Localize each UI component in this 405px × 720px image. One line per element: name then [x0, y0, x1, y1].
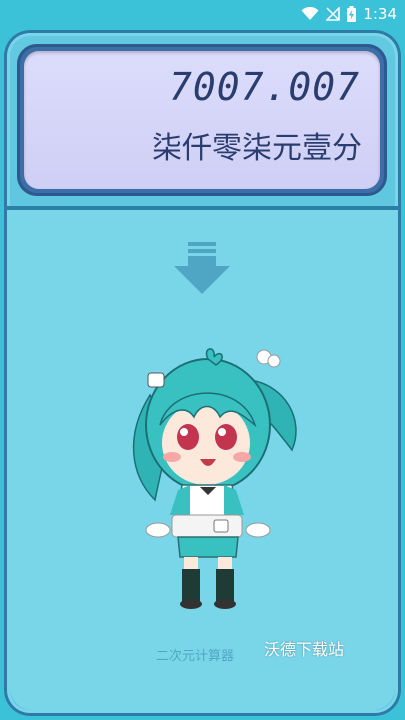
- status-time: 1:34: [363, 5, 397, 23]
- mascot-character: [132, 348, 297, 609]
- signal-off-icon: [326, 7, 341, 21]
- display-panel: 7007.007 柒仟零柒元壹分: [17, 44, 387, 196]
- watermark-text: 沃德下载站: [264, 640, 345, 659]
- wifi-icon: [301, 7, 319, 20]
- app-screen: 1:34 7007.007 柒仟零柒元壹分 二次元计算器 沃德下载站: [0, 0, 405, 720]
- display-chinese-amount: 柒仟零柒元壹分: [152, 131, 362, 166]
- status-icons: 1:34: [301, 4, 397, 24]
- display-number: 7007.007: [168, 65, 360, 109]
- battery-charging-icon: [347, 6, 357, 22]
- app-name-label: 二次元计算器: [156, 649, 235, 664]
- status-bar: 1:34: [0, 0, 405, 28]
- down-arrow-icon[interactable]: [170, 242, 234, 296]
- display-screen: 7007.007 柒仟零柒元壹分: [24, 51, 380, 189]
